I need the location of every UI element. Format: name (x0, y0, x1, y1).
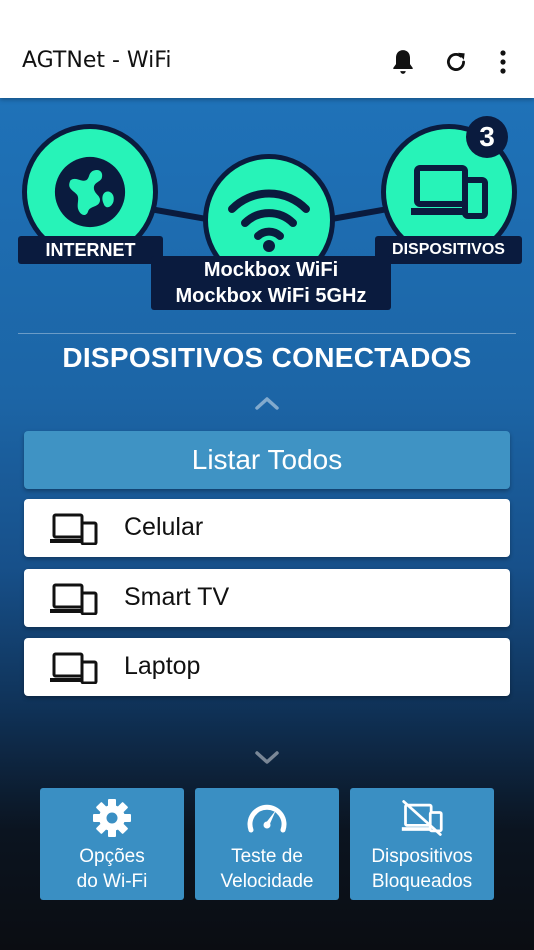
devices-blocked-icon (400, 798, 444, 838)
device-row[interactable]: Laptop (24, 638, 510, 696)
tile-label-line2: do Wi-Fi (76, 871, 148, 892)
speed-test-button[interactable]: Teste de Velocidade (195, 788, 339, 900)
gear-icon (90, 798, 134, 838)
devices-icon (411, 165, 488, 219)
wifi-name-5g: Mockbox WiFi 5GHz (175, 285, 367, 307)
devices-icon (50, 513, 98, 545)
more-vert-icon (500, 50, 506, 74)
section-title: DISPOSITIVOS CONECTADOS (62, 342, 472, 373)
more-options-button[interactable] (485, 44, 521, 80)
main-content: 3 INTERNET DISPOSITIVOS Mockbox WiFi Moc… (0, 98, 534, 950)
globe-icon (54, 156, 126, 228)
bell-icon (393, 50, 413, 74)
device-name: Celular (124, 513, 204, 541)
refresh-button[interactable] (438, 44, 474, 80)
devices-label: DISPOSITIVOS (375, 236, 522, 264)
app-bar: AGTNet - WiFi (0, 0, 534, 98)
chevron-down-icon[interactable] (251, 748, 283, 768)
tile-label: Dispositivos Bloqueados (371, 844, 472, 894)
refresh-icon (447, 52, 465, 71)
tile-label-line2: Bloqueados (371, 871, 473, 892)
device-name: Smart TV (124, 583, 230, 611)
devices-count-badge: 3 (466, 116, 508, 158)
tile-label-line1: Dispositivos (371, 846, 473, 867)
divider (18, 333, 516, 334)
tile-label-line1: Opções (79, 846, 145, 867)
speedometer-icon (245, 798, 289, 838)
tile-label: Teste de Velocidade (221, 844, 314, 894)
wifi-icon (228, 189, 310, 252)
device-row[interactable]: Smart TV (24, 569, 510, 627)
wifi-name-2g: Mockbox WiFi (203, 259, 339, 281)
tile-label-line1: Teste de (231, 846, 303, 867)
blocked-devices-button[interactable]: Dispositivos Bloqueados (350, 788, 494, 900)
notifications-button[interactable] (385, 44, 421, 80)
device-name: Laptop (124, 652, 201, 680)
wifi-names-label: Mockbox WiFi Mockbox WiFi 5GHz (151, 256, 391, 310)
device-row[interactable]: Celular (24, 499, 510, 557)
app-title: AGTNet - WiFi (22, 48, 172, 73)
wifi-options-button[interactable]: Opções do Wi-Fi (40, 788, 184, 900)
devices-icon (50, 652, 98, 684)
devices-icon (50, 583, 98, 615)
internet-label: INTERNET (18, 236, 163, 264)
tile-label: Opções do Wi-Fi (77, 844, 148, 894)
tile-label-line2: Velocidade (220, 871, 314, 892)
chevron-up-icon[interactable] (251, 393, 283, 413)
list-all-button[interactable]: Listar Todos (24, 431, 510, 489)
